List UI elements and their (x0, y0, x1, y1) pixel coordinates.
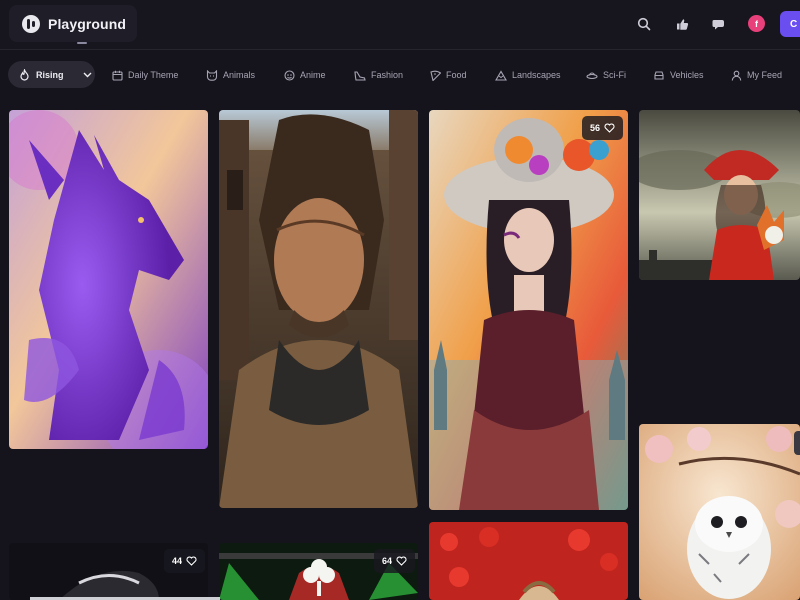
next-card-badge-edge (794, 431, 800, 455)
logo-icon (22, 14, 40, 33)
card-image (639, 110, 800, 280)
thumbs-up-icon[interactable] (674, 16, 690, 32)
nav-landscapes[interactable]: Landscapes (495, 66, 561, 84)
like-badge[interactable]: 44 (164, 549, 206, 573)
user-icon (731, 70, 742, 81)
nav-anime[interactable]: Anime (284, 66, 326, 84)
nav-label: Daily Theme (128, 70, 179, 80)
nav-label: Animals (223, 70, 256, 80)
calendar-icon (112, 70, 123, 81)
cat-icon (206, 69, 218, 81)
nav-label: Fashion (371, 70, 404, 80)
logo-button[interactable]: Playground (9, 5, 137, 44)
image-card-poppy-field[interactable] (429, 522, 628, 600)
image-card-stage-clover[interactable]: 64 (219, 543, 418, 600)
image-card-dragon[interactable] (9, 110, 208, 449)
card-image (219, 110, 418, 508)
card-image (639, 424, 800, 600)
nav-label: My Feed (747, 70, 783, 80)
image-card-dark-portrait[interactable]: 44 (9, 543, 208, 600)
nav-label: Vehicles (670, 70, 704, 80)
chat-icon[interactable] (711, 16, 727, 32)
like-count: 44 (172, 556, 183, 566)
category-nav: Rising Daily Theme Animals Anime Fashion… (0, 51, 800, 97)
image-card-flower-hat[interactable]: 56 (429, 110, 628, 510)
top-bar: Playground f C (0, 0, 800, 50)
ufo-icon (586, 71, 598, 79)
avatar[interactable]: f (748, 15, 765, 32)
card-image (429, 522, 628, 600)
sort-dropdown[interactable]: Rising (8, 61, 95, 88)
anime-face-icon (284, 69, 295, 81)
chevron-down-icon (83, 72, 92, 77)
nav-food[interactable]: Food (430, 66, 467, 84)
app-title: Playground (48, 15, 127, 32)
nav-sci-fi[interactable]: Sci-Fi (586, 66, 626, 84)
heart-icon (396, 556, 407, 566)
like-badge[interactable]: 56 (582, 116, 624, 140)
mountain-icon (495, 69, 507, 81)
image-card-owl[interactable] (639, 424, 800, 600)
logo-underline (77, 42, 87, 44)
nav-label: Landscapes (512, 70, 561, 80)
nav-my-feed[interactable]: My Feed (731, 66, 782, 84)
search-icon[interactable] (636, 16, 652, 32)
like-badge[interactable]: 64 (374, 549, 416, 573)
heel-icon (354, 70, 366, 81)
card-image (429, 110, 628, 510)
nav-daily-theme[interactable]: Daily Theme (112, 66, 178, 84)
nav-fashion[interactable]: Fashion (354, 66, 403, 84)
pizza-icon (430, 70, 441, 81)
sort-label: Rising (36, 69, 64, 80)
heart-icon (604, 123, 615, 133)
nav-animals[interactable]: Animals (206, 66, 255, 84)
like-count: 64 (382, 556, 393, 566)
heart-icon (186, 556, 197, 566)
flame-icon (20, 68, 29, 81)
card-image (9, 110, 208, 449)
nav-label: Sci-Fi (603, 70, 626, 80)
like-count: 56 (590, 123, 601, 133)
nav-label: Food (446, 70, 467, 80)
nav-label: Anime (300, 70, 326, 80)
image-card-girl-fox[interactable] (639, 110, 800, 280)
car-icon (654, 70, 664, 80)
image-card-cowboy[interactable] (219, 110, 418, 508)
create-button[interactable]: C (780, 11, 800, 37)
nav-vehicles[interactable]: Vehicles (653, 66, 704, 84)
